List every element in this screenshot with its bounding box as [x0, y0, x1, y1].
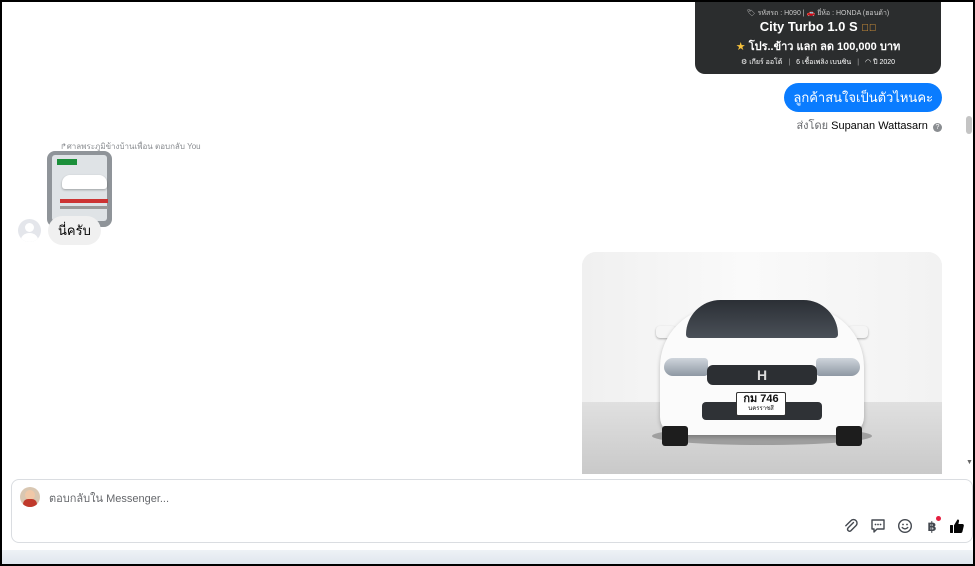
outgoing-message-bubble[interactable]: ลูกค้าสนใจเป็นตัวไหนคะ: [784, 83, 942, 112]
product-card[interactable]: 🏷 รหัสรถ : H090 | 🚗 ยี่ห้อ : HONDA (ฮอนด…: [695, 2, 941, 74]
message-thread: 🏷 รหัสรถ : H090 | 🚗 ยี่ห้อ : HONDA (ฮอนด…: [2, 2, 973, 474]
reply-composer: ฿: [11, 479, 973, 543]
product-title: City Turbo 1.0 S ✓⃝: [695, 19, 941, 34]
incoming-message-bubble[interactable]: นี่ครับ: [48, 216, 101, 245]
thumbnail-banner: [57, 159, 77, 165]
baht-symbol: ฿: [927, 519, 937, 534]
sent-by-label: ส่งโดย Supanan Wattasarn ?: [796, 116, 942, 134]
product-title-text: City Turbo 1.0 S: [759, 19, 858, 34]
license-plate: กม 746 นครราชสี: [736, 392, 786, 416]
baht-icon[interactable]: ฿: [923, 516, 941, 536]
car-headlamp-left: [664, 358, 708, 376]
sender-name: Supanan Wattasarn: [831, 120, 928, 132]
help-icon[interactable]: ?: [933, 123, 942, 132]
user-avatar: [20, 487, 40, 507]
reply-input[interactable]: [49, 490, 649, 508]
star-icon: ★: [735, 41, 746, 53]
contact-avatar[interactable]: [18, 219, 41, 242]
product-promo: ★ โปร..ข้าว แลก ลด 100,000 บาท: [695, 37, 941, 55]
car-windshield: [686, 300, 838, 338]
honda-logo-icon: H: [756, 367, 768, 383]
car-tire-left: [662, 426, 688, 446]
like-icon[interactable]: [948, 518, 966, 536]
spec-gear: ⚙ เกียร์ ออโต้: [740, 59, 783, 66]
car-photo-message[interactable]: H กม 746 นครราชสี: [582, 252, 942, 474]
car-headlamp-right: [816, 358, 860, 376]
scroll-down-arrow-icon[interactable]: ▼: [966, 458, 973, 468]
product-specs: ⚙ เกียร์ ออโต้ | 6 เชื้อเพลิง เบนซิน | ◠ ปี …: [740, 59, 896, 66]
thumbnail-price-bar: [60, 199, 108, 203]
scrollbar-thumb[interactable]: [966, 116, 972, 134]
thumbnail-car: [62, 175, 107, 189]
license-plate-province: นครราชสี: [748, 406, 774, 412]
sticker-icon[interactable]: [869, 518, 887, 536]
product-meta: 🏷 รหัสรถ : H090 | 🚗 ยี่ห้อ : HONDA (ฮอนด…: [746, 10, 890, 17]
spec-year: ◠ ปี 2020: [865, 59, 896, 66]
messenger-window: 🏷 รหัสรถ : H090 | 🚗 ยี่ห้อ : HONDA (ฮอนด…: [2, 2, 973, 564]
spec-fuel: 6 เชื้อเพลิง เบนซิน: [796, 59, 852, 66]
thumbnail-text-bar: [60, 206, 108, 209]
sent-by-prefix: ส่งโดย: [796, 120, 829, 132]
thumbnail-poster: [52, 155, 108, 221]
bottom-strip: [2, 550, 973, 564]
car-tire-right: [836, 426, 862, 446]
verified-check-icon: ✓⃝: [861, 23, 877, 34]
product-promo-text: โปร..ข้าว แลก ลด 100,000 บาท: [748, 41, 901, 53]
notification-dot: [936, 516, 941, 521]
license-plate-main: กม 746: [743, 393, 779, 405]
attach-icon[interactable]: [842, 518, 860, 536]
scrollbar-track[interactable]: ▼: [965, 2, 973, 474]
emoji-icon[interactable]: [896, 518, 914, 536]
